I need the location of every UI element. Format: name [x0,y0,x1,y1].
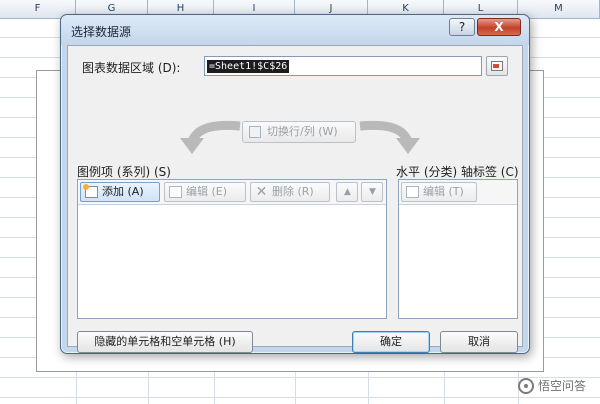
watermark-logo-icon [517,377,534,394]
edit-icon [406,186,419,198]
edit-icon [169,186,182,198]
edit-series-label: 编辑 (E) [186,185,228,198]
watermark: 悟空问答 [517,377,586,394]
chart-data-range-input[interactable]: =Sheet1!$C$26 [204,56,482,76]
collapse-dialog-button[interactable] [486,56,508,76]
move-up-button[interactable]: ▲ [336,182,358,202]
add-series-label: 添加 (A) [102,185,144,198]
delete-series-button[interactable]: ✕ 删除 (R) [250,182,330,202]
select-data-source-dialog: 选择数据源 ? X 图表数据区域 (D): =Sheet1!$C$26 切换行/… [60,14,530,354]
delete-series-label: 删除 (R) [272,185,314,198]
move-down-button[interactable]: ▼ [361,182,383,202]
range-select-icon [491,61,503,71]
edit-axis-labels-button[interactable]: 编辑 (T) [401,182,477,202]
switch-row-column-button[interactable]: 切换行/列 (W) [242,121,356,143]
help-button[interactable]: ? [449,18,475,36]
dialog-body: 图表数据区域 (D): =Sheet1!$C$26 切换行/列 (W) 图例项 … [67,45,523,353]
dialog-title: 选择数据源 [71,25,132,39]
add-icon [83,184,98,198]
add-series-button[interactable]: 添加 (A) [80,182,160,202]
edit-axis-labels-label: 编辑 (T) [423,185,464,198]
close-button[interactable]: X [477,18,521,36]
hidden-and-empty-cells-button[interactable]: 隐藏的单元格和空单元格 (H) [77,331,253,353]
right-curved-arrow-icon [359,120,420,154]
legend-entries-panel: 添加 (A) 编辑 (E) ✕ 删除 (R) ▲ ▼ [77,179,387,319]
chart-data-range-value: =Sheet1!$C$26 [207,60,290,73]
dialog-titlebar[interactable]: 选择数据源 ? X [61,15,529,45]
delete-x-icon: ✕ [255,184,268,200]
left-curved-arrow-icon [180,120,241,154]
watermark-text: 悟空问答 [537,379,586,393]
column-header[interactable]: M [518,0,600,18]
legend-toolbar: 添加 (A) 编辑 (E) ✕ 删除 (R) ▲ ▼ [78,180,386,205]
chart-data-range-label: 图表数据区域 (D): [82,61,181,75]
legend-entries-label: 图例项 (系列) (S) [77,165,171,179]
axis-labels-panel: 编辑 (T) [398,179,518,319]
arrow-down-icon: ▼ [369,187,376,197]
edit-series-button[interactable]: 编辑 (E) [164,182,246,202]
horizontal-axis-labels-label: 水平 (分类) 轴标签 (C) [396,165,519,179]
switch-icon [249,126,261,138]
cancel-button[interactable]: 取消 [440,331,518,353]
axis-toolbar: 编辑 (T) [399,180,517,205]
switch-row-column-label: 切换行/列 (W) [267,125,338,138]
arrow-up-icon: ▲ [344,187,351,197]
ok-button[interactable]: 确定 [352,331,430,353]
